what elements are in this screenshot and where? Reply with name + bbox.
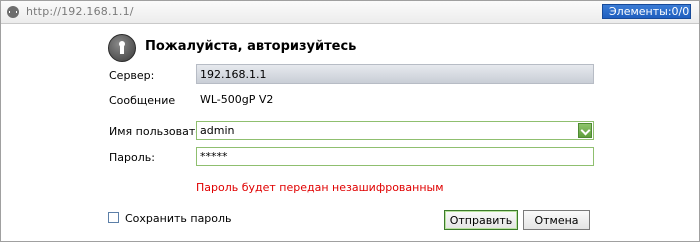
password-label: Пароль: [109, 151, 155, 164]
save-password-checkbox[interactable] [108, 212, 119, 223]
elements-button[interactable]: Элементы: 0/0 [602, 4, 691, 19]
submit-button[interactable]: Отправить [444, 210, 518, 230]
elements-count: 0/0 [671, 5, 690, 18]
save-password-label[interactable]: Сохранить пароль [125, 212, 232, 225]
auth-dialog-window: http://192.168.1.1/ Элементы: 0/0 Пожалу… [0, 0, 700, 242]
unencrypted-warning: Пароль будет передан незашифрованным [196, 181, 444, 194]
cancel-button[interactable]: Отмена [523, 210, 590, 230]
server-field: 192.168.1.1 [196, 64, 594, 84]
elements-label: Элементы: [609, 5, 672, 18]
chevron-down-icon[interactable] [578, 123, 592, 138]
address-bar: http://192.168.1.1/ Элементы: 0/0 [1, 1, 699, 24]
url-text[interactable]: http://192.168.1.1/ [26, 5, 134, 18]
message-value: WL-500gP V2 [200, 93, 274, 106]
keyhole-icon [108, 34, 136, 62]
password-input[interactable]: ***** [196, 147, 594, 166]
server-label: Сервер: [109, 69, 155, 82]
site-info-icon[interactable] [7, 6, 19, 18]
message-label: Сообщение [109, 94, 176, 107]
username-input[interactable]: admin [196, 121, 594, 140]
dialog-title: Пожалуйста, авторизуйтесь [145, 39, 357, 54]
username-value: admin [200, 124, 235, 137]
